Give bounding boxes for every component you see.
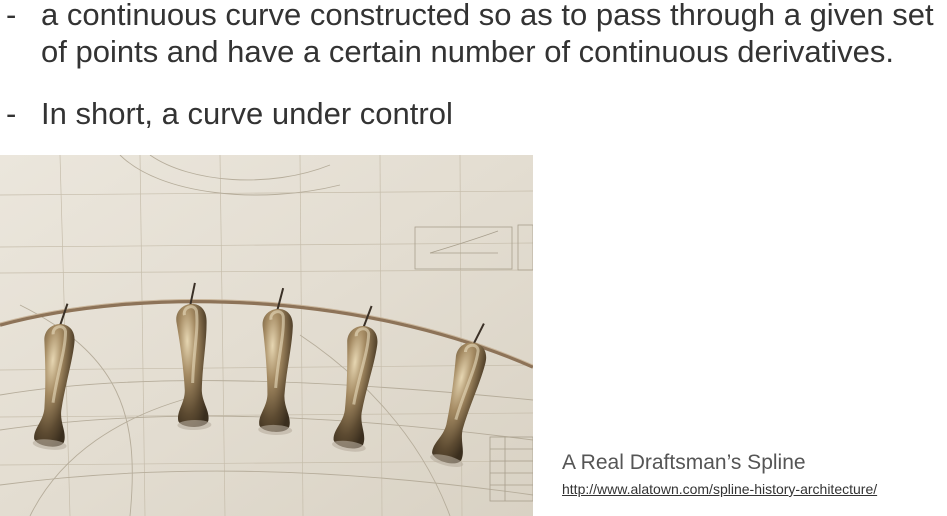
bullet-text: a continuous curve constructed so as to … xyxy=(41,0,934,70)
bullet-text: In short, a curve under control xyxy=(41,95,453,132)
source-link[interactable]: http://www.alatown.com/spline-history-ar… xyxy=(562,481,877,497)
draftsman-spline-photo xyxy=(0,155,533,516)
bullet-line-1: In short, a curve under control xyxy=(41,96,453,131)
bullet-line-1: a continuous curve constructed so as to … xyxy=(41,0,934,32)
bullet-marker: - xyxy=(6,0,17,32)
bullet-line-2: of points and have a certain number of c… xyxy=(41,34,895,69)
figure-caption: A Real Draftsman’s Spline xyxy=(562,451,806,474)
bullet-marker: - xyxy=(6,96,17,131)
